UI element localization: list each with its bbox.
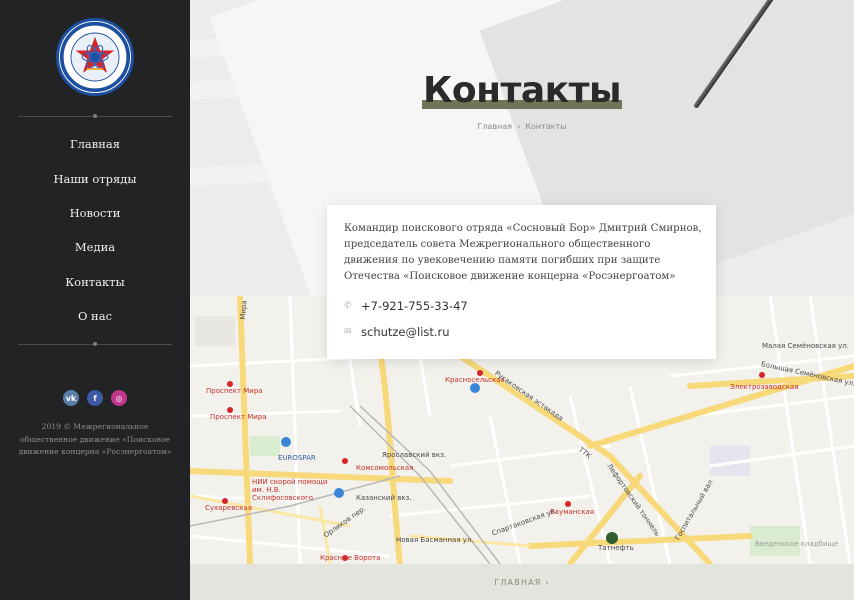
map-label-elektrozavodskaya: Электрозаводская bbox=[730, 383, 799, 391]
map-label-prospekt-mira-1: Проспект Мира bbox=[206, 387, 263, 395]
breadcrumb-separator: › bbox=[517, 122, 521, 131]
organization-logo[interactable] bbox=[56, 18, 134, 96]
map-label-malaya-semenovskaya: Малая Семёновская ул. bbox=[762, 342, 849, 350]
instagram-icon[interactable]: ◎ bbox=[111, 390, 127, 406]
logo-emblem-icon bbox=[59, 21, 131, 93]
page-title: Контакты bbox=[422, 70, 622, 111]
map-label-prospekt-mira-2: Проспект Мира bbox=[210, 413, 267, 421]
main-navigation: Главная Наши отряды Новости Медиа Контак… bbox=[0, 127, 190, 333]
facebook-icon[interactable]: f bbox=[87, 390, 103, 406]
map-label-krasnye-vorota: Красные Ворота bbox=[320, 554, 381, 562]
map-label-novaya-basmannaya: Новая Басманная ул. bbox=[396, 536, 474, 544]
sidebar-divider-top bbox=[18, 114, 172, 118]
map-label-yaroslavsky: Ярославский вкз. bbox=[382, 451, 447, 459]
contact-phone-row: ✆ +7-921-755-33-47 bbox=[344, 299, 468, 313]
map-label-sklifosovsky: НИИ скорой помощи им. Н.В. Склифосовског… bbox=[252, 478, 328, 502]
vk-icon[interactable]: vk bbox=[63, 390, 79, 406]
nav-item-media[interactable]: Медиа bbox=[0, 230, 190, 264]
copyright-text: 2019 © Межрегиональное общественное движ… bbox=[18, 422, 172, 457]
nav-item-contacts[interactable]: Контакты bbox=[0, 265, 190, 299]
contact-email-link[interactable]: schutze@list.ru bbox=[361, 325, 450, 339]
chevron-right-icon: › bbox=[545, 577, 550, 587]
sidebar: Главная Наши отряды Новости Медиа Контак… bbox=[0, 0, 190, 600]
breadcrumb: Главная › Контакты bbox=[190, 122, 854, 131]
contact-phone-link[interactable]: +7-921-755-33-47 bbox=[361, 299, 468, 313]
envelope-icon: ✉ bbox=[344, 327, 352, 337]
nav-item-home[interactable]: Главная bbox=[0, 127, 190, 161]
footer-home-link[interactable]: ГЛАВНАЯ › bbox=[494, 578, 549, 587]
sidebar-divider-bottom bbox=[18, 342, 172, 346]
breadcrumb-current: Контакты bbox=[525, 122, 567, 131]
footer-bar: ГЛАВНАЯ › bbox=[190, 564, 854, 600]
map-label-kazansky: Казанский вкз. bbox=[356, 494, 412, 502]
social-links: vk f ◎ bbox=[0, 390, 190, 406]
nav-item-our-squads[interactable]: Наши отряды bbox=[0, 161, 190, 195]
map-label-tatneft: Татнефть bbox=[598, 544, 634, 552]
contact-email-row: ✉ schutze@list.ru bbox=[344, 325, 450, 339]
nav-item-about[interactable]: О нас bbox=[0, 299, 190, 333]
map-label-sukharevskaya: Сухаревская bbox=[205, 504, 252, 512]
phone-icon: ✆ bbox=[344, 301, 352, 311]
footer-home-label: ГЛАВНАЯ bbox=[494, 577, 542, 587]
breadcrumb-home-link[interactable]: Главная bbox=[478, 122, 513, 131]
contact-description: Командир поискового отряда «Сосновый Бор… bbox=[344, 223, 702, 282]
nav-item-news[interactable]: Новости bbox=[0, 196, 190, 230]
map-label-eurospar: EUROSPAR bbox=[278, 454, 316, 462]
map-label-vedenskoe: Введенское кладбище bbox=[755, 540, 839, 548]
map-label-mira-street: Мира bbox=[238, 300, 249, 320]
map-label-komsomolskaya: Комсомольская bbox=[356, 464, 414, 472]
